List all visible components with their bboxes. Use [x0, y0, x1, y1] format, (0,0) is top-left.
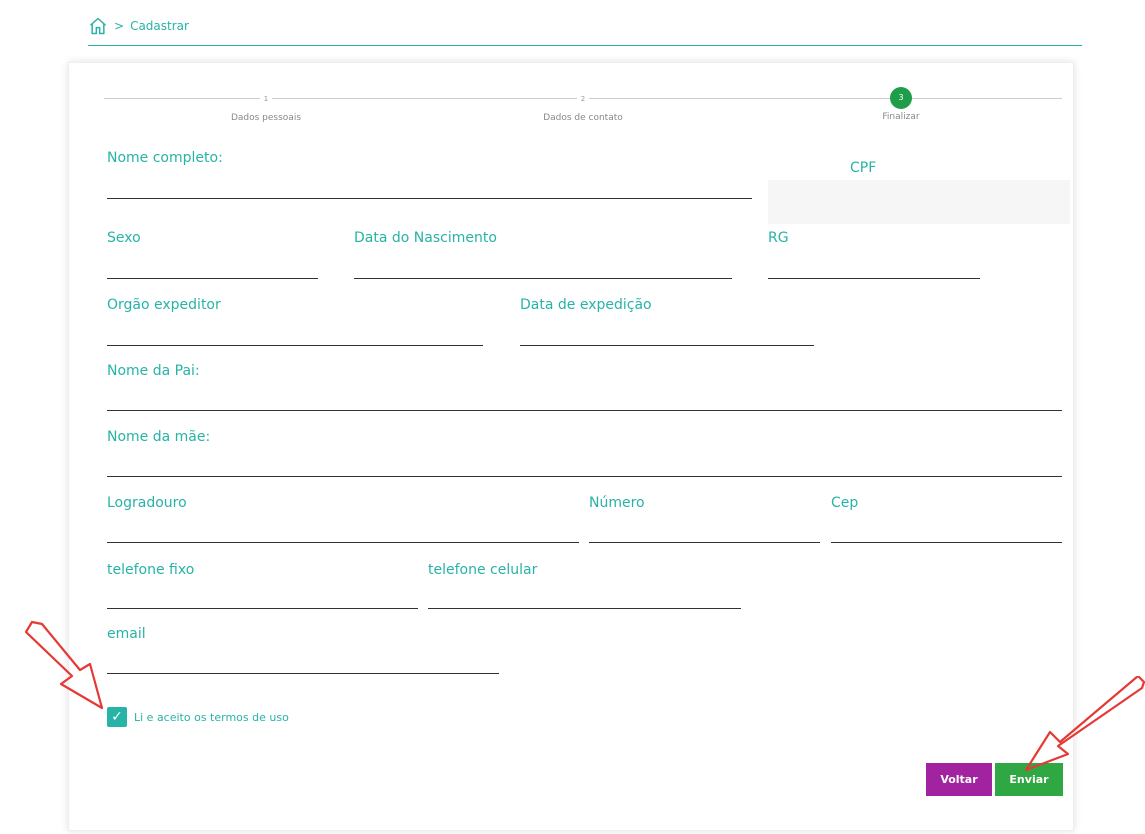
logradouro-label: Logradouro	[107, 495, 187, 511]
home-icon[interactable]	[88, 16, 108, 36]
annotation-arrow-icon	[1024, 676, 1145, 772]
nome-pai-input[interactable]	[107, 387, 1062, 411]
field-underline	[831, 542, 1062, 543]
cep-label: Cep	[831, 495, 859, 511]
field-cpf: CPF	[850, 160, 910, 180]
email-input[interactable]	[107, 650, 499, 674]
rg-label: RG	[768, 230, 789, 246]
field-data-expedicao: Data de expedição	[520, 297, 814, 347]
field-logradouro: Logradouro	[107, 495, 579, 545]
step-number: 1	[260, 93, 272, 105]
field-telefone-celular: telefone celular	[428, 562, 741, 612]
data-expedicao-input[interactable]	[520, 321, 814, 345]
page: > Cadastrar 1 Dados pessoais 2 Dados de …	[0, 0, 1145, 834]
field-data-nascimento: Data do Nascimento	[354, 230, 732, 280]
nome-mae-input[interactable]	[107, 453, 1062, 477]
rg-input[interactable]	[768, 254, 980, 278]
nome-mae-label: Nome da mãe:	[107, 429, 211, 445]
step-number: 2	[577, 93, 589, 105]
field-underline	[354, 278, 732, 279]
field-underline	[107, 198, 752, 199]
numero-input[interactable]	[589, 519, 820, 543]
orgao-expeditor-input[interactable]	[107, 321, 483, 345]
breadcrumb: > Cadastrar	[88, 16, 189, 36]
cep-input[interactable]	[831, 519, 1062, 543]
cpf-input[interactable]	[768, 180, 1070, 224]
step-finalizar[interactable]: 3 Finalizar	[801, 87, 1001, 122]
nome-completo-label: Nome completo:	[107, 150, 223, 166]
step-number: 3	[890, 87, 912, 109]
cpf-label: CPF	[850, 160, 877, 176]
field-sexo: Sexo	[107, 230, 318, 280]
field-underline	[520, 345, 814, 346]
check-icon: ✓	[111, 709, 123, 725]
field-underline	[428, 608, 741, 609]
field-underline	[107, 673, 499, 674]
data-nascimento-label: Data do Nascimento	[354, 230, 497, 246]
field-underline	[107, 410, 1062, 411]
field-underline	[107, 542, 579, 543]
step-label: Finalizar	[882, 112, 920, 122]
step-label: Dados pessoais	[230, 113, 302, 123]
breadcrumb-divider	[88, 45, 1082, 46]
terms-checkbox-row[interactable]: ✓ Li e aceito os termos de uso	[107, 707, 289, 727]
step-dados-pessoais[interactable]: 1 Dados pessoais	[166, 93, 366, 123]
telefone-celular-input[interactable]	[428, 586, 741, 610]
nome-pai-label: Nome da Pai:	[107, 363, 200, 379]
field-numero: Número	[589, 495, 820, 545]
field-orgao-expeditor: Orgão expeditor	[107, 297, 483, 347]
nome-completo-input[interactable]	[107, 174, 752, 198]
data-nascimento-input[interactable]	[354, 254, 732, 278]
field-nome-completo: Nome completo:	[107, 150, 752, 200]
field-underline	[107, 278, 318, 279]
field-underline	[768, 278, 980, 279]
field-telefone-fixo: telefone fixo	[107, 562, 418, 612]
step-dados-contato[interactable]: 2 Dados de contato	[483, 93, 683, 123]
field-underline	[107, 345, 483, 346]
field-underline	[107, 608, 418, 609]
sexo-label: Sexo	[107, 230, 141, 246]
telefone-fixo-label: telefone fixo	[107, 562, 195, 578]
field-email: email	[107, 626, 499, 676]
sexo-input[interactable]	[107, 254, 318, 278]
email-label: email	[107, 626, 146, 642]
field-rg: RG	[768, 230, 980, 280]
terms-label[interactable]: Li e aceito os termos de uso	[134, 711, 289, 724]
back-button[interactable]: Voltar	[926, 763, 992, 796]
logradouro-input[interactable]	[107, 519, 579, 543]
field-underline	[589, 542, 820, 543]
step-label: Dados de contato	[543, 113, 623, 123]
orgao-expeditor-label: Orgão expeditor	[107, 297, 221, 313]
data-expedicao-label: Data de expedição	[520, 297, 652, 313]
telefone-fixo-input[interactable]	[107, 586, 418, 610]
breadcrumb-separator: >	[114, 19, 125, 33]
breadcrumb-current: Cadastrar	[130, 19, 189, 33]
field-nome-mae: Nome da mãe:	[107, 429, 1062, 479]
field-nome-pai: Nome da Pai:	[107, 363, 1062, 413]
field-underline	[107, 476, 1062, 477]
field-cep: Cep	[831, 495, 1062, 545]
numero-label: Número	[589, 495, 645, 511]
telefone-celular-label: telefone celular	[428, 562, 538, 578]
annotation-arrow-icon	[24, 620, 104, 710]
